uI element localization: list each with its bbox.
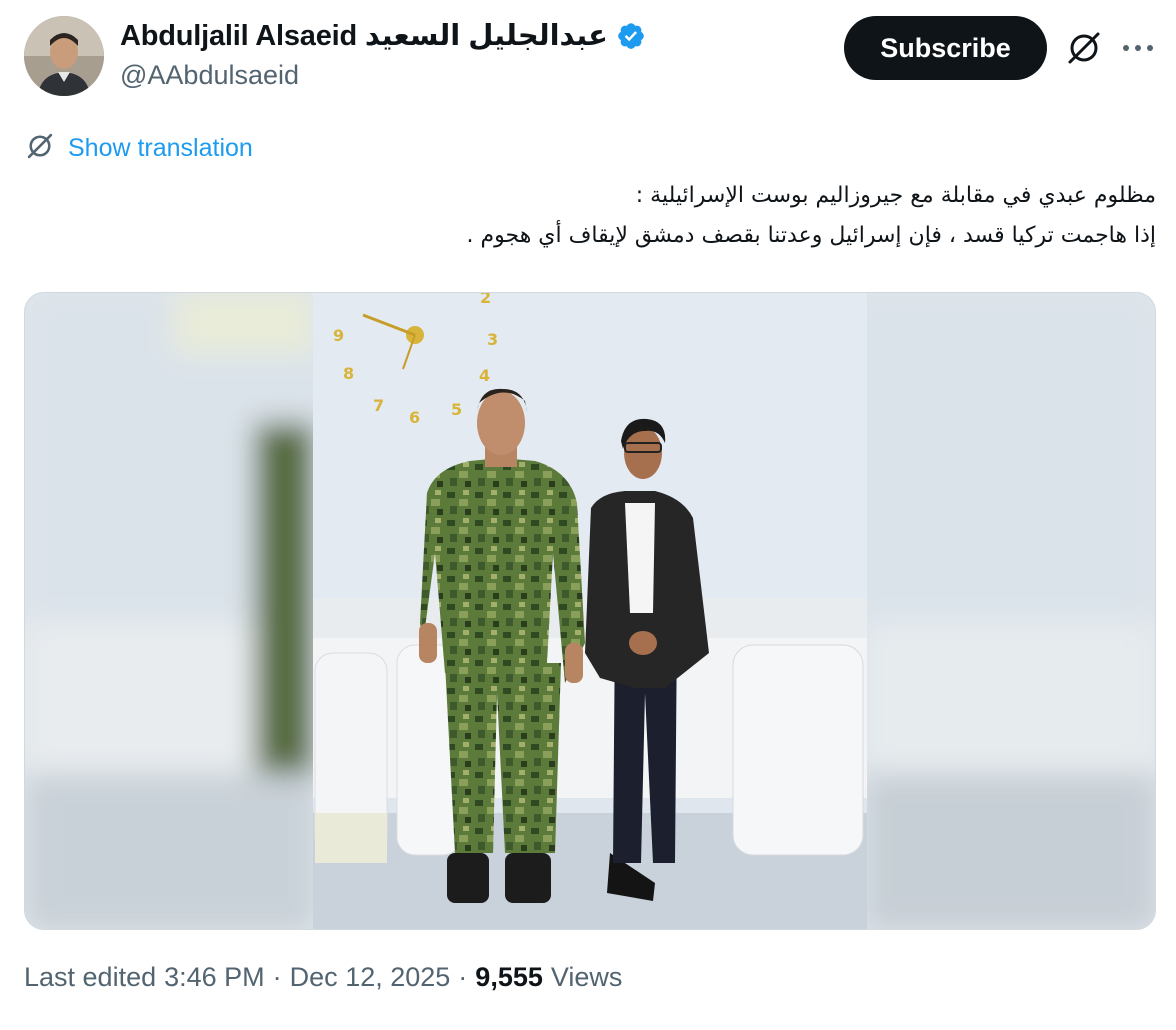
author-handle[interactable]: @AAbdulsaeid: [120, 60, 299, 91]
svg-text:2: 2: [480, 293, 491, 307]
translate-icon: [24, 130, 56, 167]
tweet-date[interactable]: Dec 12, 2025: [290, 962, 451, 993]
show-translation-link[interactable]: Show translation: [24, 130, 253, 167]
subscribe-button[interactable]: Subscribe: [844, 16, 1047, 80]
tweet-media-photo[interactable]: 9 8 7 6 5 4 3 2: [24, 292, 1156, 930]
photo-image: 9 8 7 6 5 4 3 2: [25, 293, 1155, 929]
show-translation-label[interactable]: Show translation: [68, 134, 253, 163]
more-icon[interactable]: [1116, 26, 1160, 70]
avatar[interactable]: [24, 16, 104, 96]
avatar-image: [24, 16, 104, 96]
tweet-text-line: إذا هاجمت تركيا قسد ، فإن إسرائيل وعدتنا…: [466, 223, 1156, 248]
svg-text:3: 3: [487, 330, 498, 349]
meta-separator: ·: [272, 962, 282, 992]
svg-text:7: 7: [373, 396, 384, 415]
meta-separator: ·: [458, 962, 468, 992]
grok-icon[interactable]: [1062, 26, 1106, 70]
svg-text:6: 6: [409, 408, 420, 427]
edited-label[interactable]: Last edited: [24, 962, 156, 993]
author-display-name[interactable]: Abduljalil Alsaeid عبدالجليل السعيد: [120, 18, 608, 53]
svg-text:9: 9: [333, 326, 344, 345]
tweet-text: مظلوم عبدي في مقابلة مع جيروزاليم بوست ا…: [56, 176, 1156, 256]
views-count: 9,555: [475, 962, 543, 992]
svg-text:8: 8: [343, 364, 354, 383]
svg-text:4: 4: [479, 366, 490, 385]
verified-badge-icon: [616, 21, 646, 51]
tweet-time[interactable]: 3:46 PM: [164, 962, 265, 993]
svg-text:5: 5: [451, 400, 462, 419]
tweet-text-line: مظلوم عبدي في مقابلة مع جيروزاليم بوست ا…: [635, 183, 1156, 208]
photo-center: 9 8 7 6 5 4 3 2: [313, 293, 867, 929]
author-name-row[interactable]: Abduljalil Alsaeid عبدالجليل السعيد: [120, 18, 646, 53]
tweet-meta: Last edited 3:46 PM · Dec 12, 2025 · 9,5…: [24, 962, 622, 993]
views-label: Views: [550, 962, 623, 992]
